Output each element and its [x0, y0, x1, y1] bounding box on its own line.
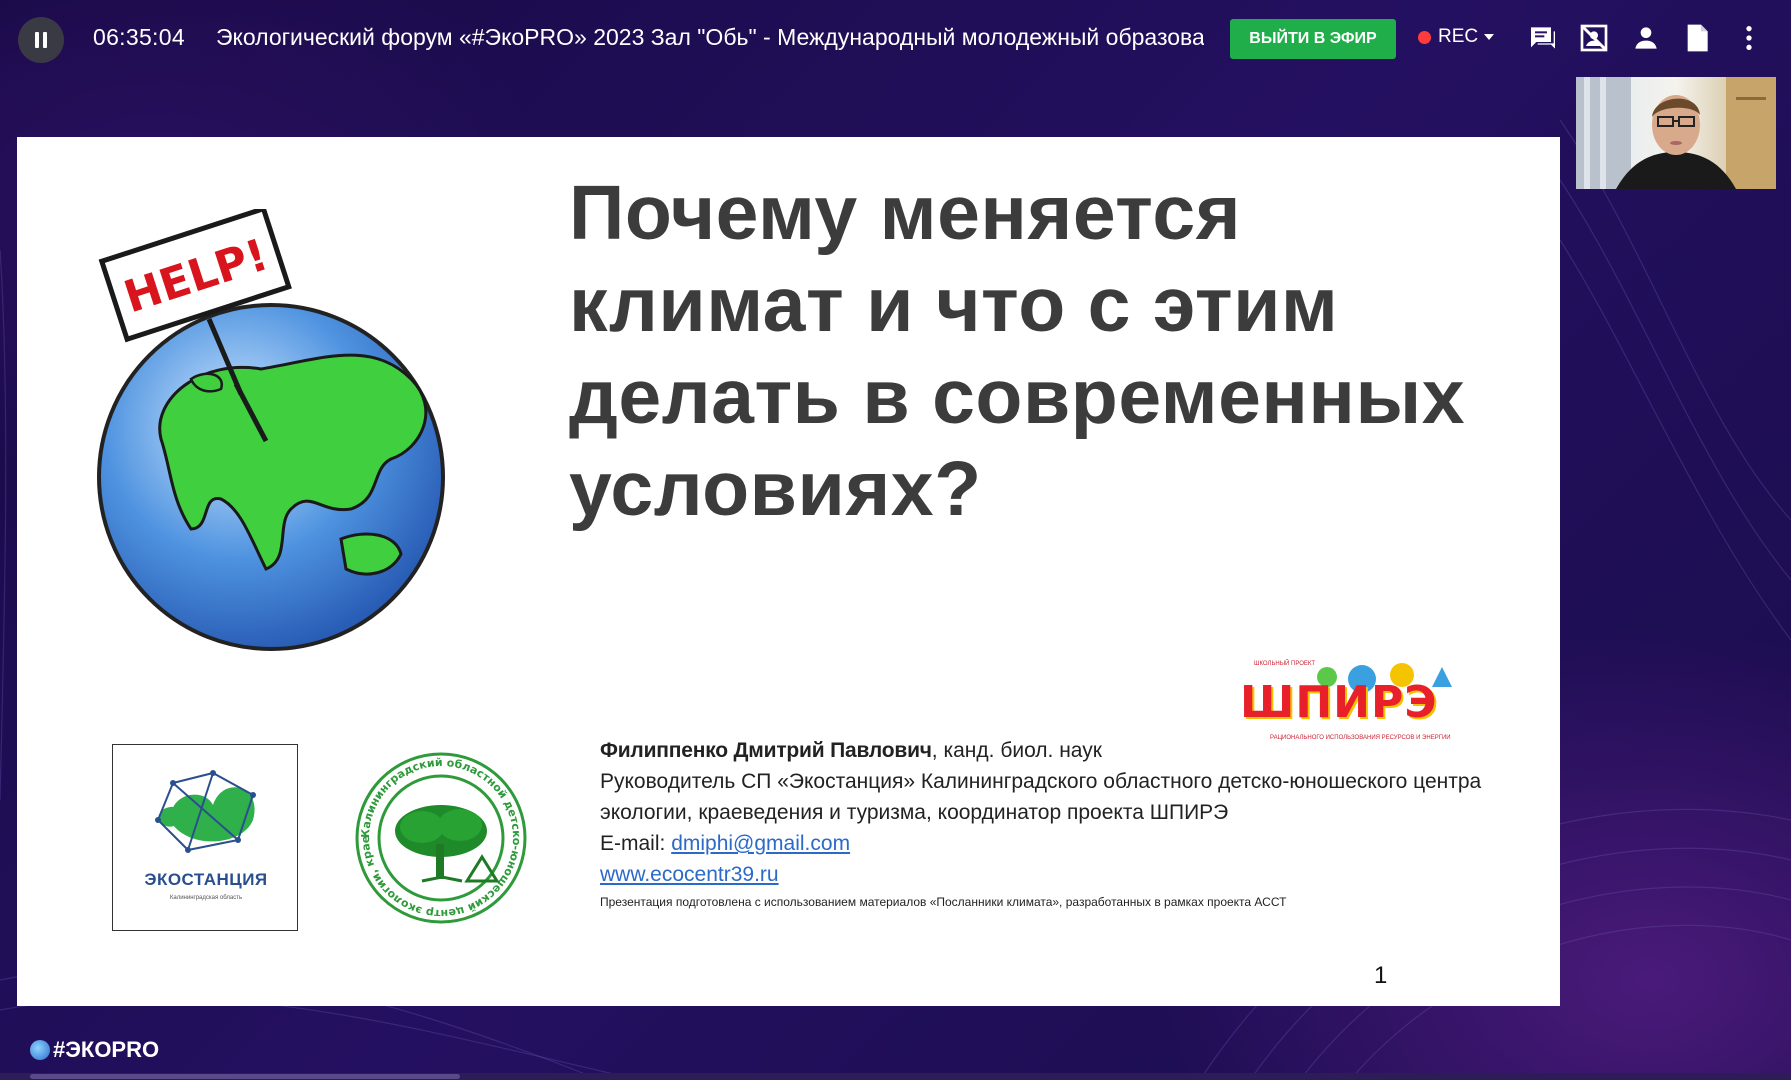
author-info: Филиппенко Дмитрий Павлович, канд. биол.… [600, 735, 1510, 912]
document-icon[interactable] [1681, 22, 1713, 54]
website-line: www.ecocentr39.ru [600, 859, 1510, 890]
author-degree: , канд. биол. наук [931, 739, 1102, 762]
slide-title: Почему меняется климат и что с этим дела… [569, 170, 1466, 532]
slide-page-number: 1 [1374, 962, 1388, 989]
ekostanciya-logo-sub: Калининградская область [169, 895, 243, 901]
author-line: Филиппенко Дмитрий Павлович, канд. биол.… [600, 735, 1510, 766]
pause-icon-bar [43, 32, 47, 48]
more-vertical-icon[interactable] [1733, 22, 1765, 54]
person-icon[interactable] [1630, 22, 1662, 54]
spire-logo-top: ШКОЛЬНЫЙ ПРОЕКТ [1254, 661, 1316, 667]
top-bar: 06:35:04 Экологический форум «#ЭкоPRO» 2… [0, 0, 1791, 76]
rec-label: REC [1438, 26, 1479, 47]
pause-button[interactable] [18, 17, 64, 63]
ekostanciya-emblem [155, 770, 256, 853]
presentation-note: Презентация подготовлена с использование… [600, 895, 1287, 909]
spire-logo-word: ШПИРЭ [1240, 677, 1438, 728]
presentation-slide: Почему меняется климат и что с этим дела… [17, 137, 1560, 1006]
record-dot-icon [1418, 30, 1431, 44]
globe-icon [30, 1040, 50, 1060]
scrollbar-thumb[interactable] [30, 1074, 460, 1079]
chat-icon[interactable] [1527, 22, 1559, 54]
chevron-down-icon [1484, 34, 1495, 40]
footer-logo-text: #ЭКОPRO [53, 1037, 160, 1062]
email-link[interactable]: dmiphi@gmail.com [671, 832, 850, 855]
ekostanciya-logo-name: ЭКОСТАНЦИЯ [144, 870, 268, 889]
rec-dropdown[interactable]: REC [1418, 26, 1495, 48]
email-label: E-mail: [600, 832, 672, 855]
crossed-user-icon[interactable] [1578, 22, 1610, 54]
email-line: E-mail: dmiphi@gmail.com [600, 828, 1510, 859]
globe-help-illustration: HELP! [97, 209, 445, 651]
stream-title: Экологический форум «#ЭкоPRO» 2023 Зал "… [216, 24, 1204, 50]
ekopro-footer-logo: #ЭКОPRO [30, 1037, 159, 1063]
website-link[interactable]: www.ecocentr39.ru [600, 863, 779, 886]
pause-icon [35, 32, 39, 48]
go-on-air-button[interactable]: ВЫЙТИ В ЭФИР [1230, 19, 1396, 59]
youth-center-logo: Калининградский областной детско-юношеск… [352, 749, 527, 924]
spire-logo: ШКОЛЬНЫЙ ПРОЕКТ ШПИРЭ РАЦИОНАЛЬНОГО ИСПО… [1232, 657, 1482, 747]
author-name: Филиппенко Дмитрий Павлович [600, 739, 932, 762]
speaker-video [1576, 77, 1776, 189]
ekostanciya-logo: ЭКОСТАНЦИЯ Калининградская область [112, 744, 298, 931]
webcam-preview[interactable] [1576, 77, 1776, 189]
author-role: Руководитель СП «Экостанция» Калининград… [600, 770, 1482, 824]
stream-timer: 06:35:04 [93, 24, 185, 50]
